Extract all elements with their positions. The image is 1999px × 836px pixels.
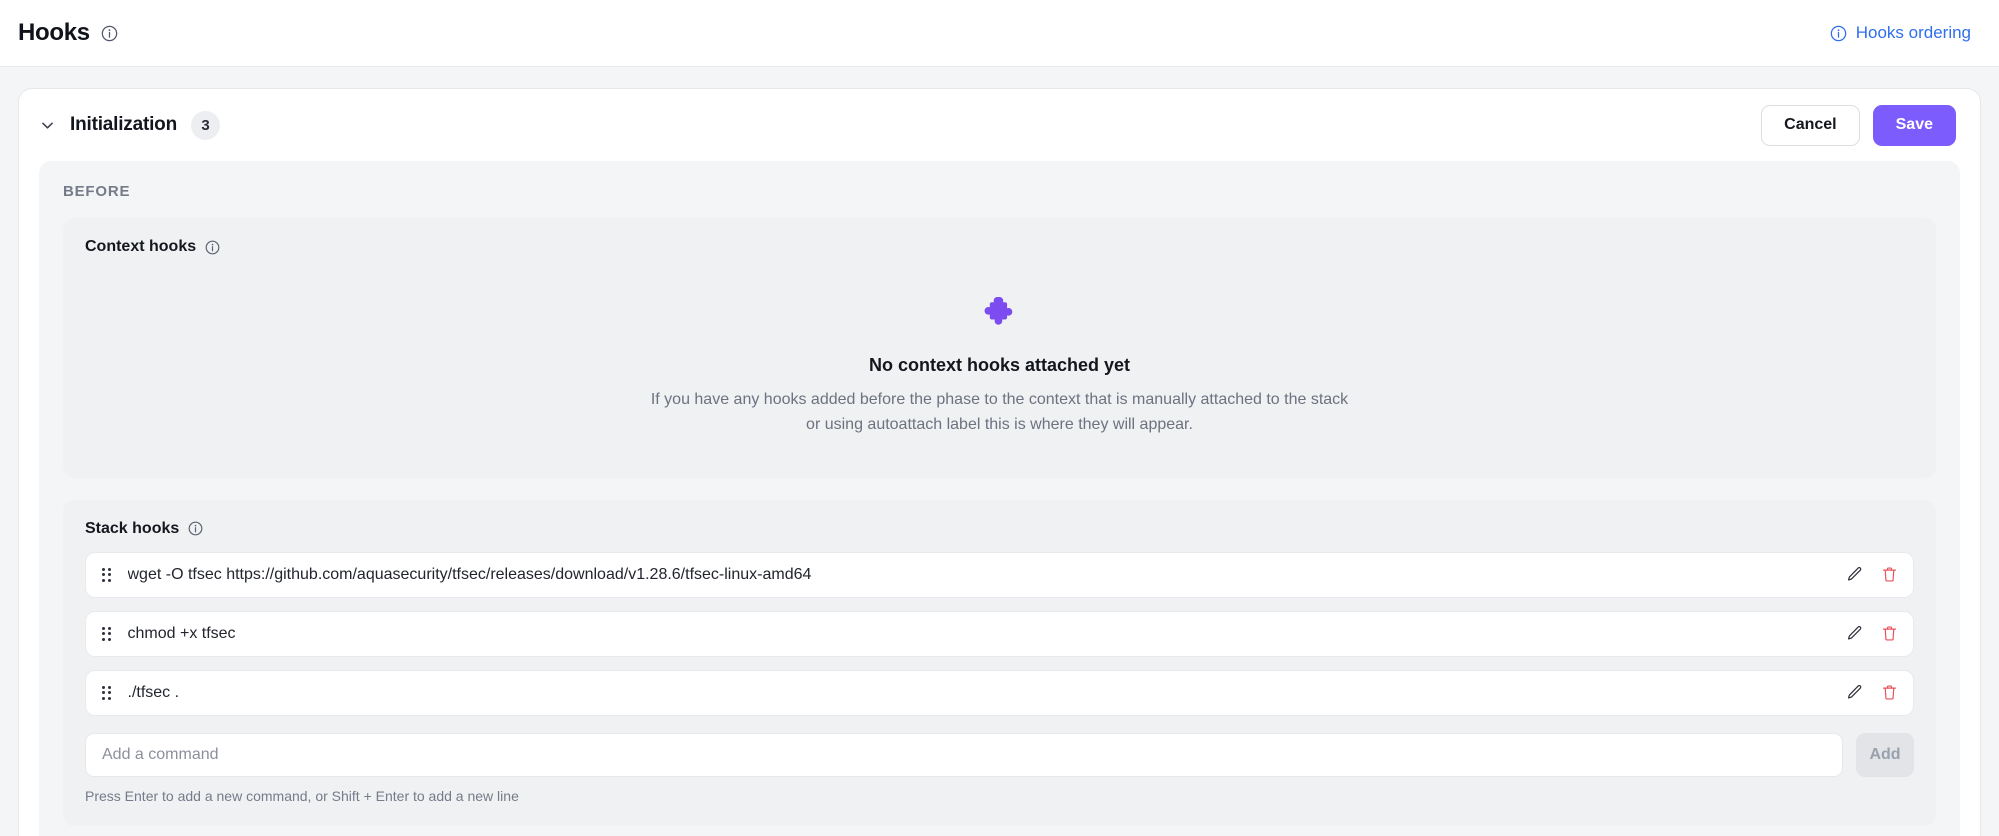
context-hooks-empty-desc-line1: If you have any hooks added before the p…	[651, 388, 1348, 413]
command-text: chmod +x tfsec	[128, 625, 1832, 643]
context-hooks-group: Context hooks No context hooks attached …	[63, 218, 1936, 478]
command-row-actions	[1845, 565, 1899, 584]
initialization-header-left[interactable]: Initialization 3	[39, 111, 220, 140]
initialization-card: Initialization 3 Cancel Save BEFORE Cont…	[18, 88, 1981, 836]
trash-icon[interactable]	[1880, 565, 1899, 584]
card-header-actions: Cancel Save	[1761, 105, 1956, 146]
command-row[interactable]: chmod +x tfsec	[85, 611, 1914, 657]
add-command-row: Add	[85, 733, 1914, 777]
add-command-hint: Press Enter to add a new command, or Shi…	[85, 788, 1914, 804]
cancel-button[interactable]: Cancel	[1761, 105, 1859, 146]
trash-icon[interactable]	[1880, 624, 1899, 643]
before-phase-panel: BEFORE Context hooks	[39, 161, 1960, 836]
pencil-icon[interactable]	[1845, 565, 1864, 584]
hooks-ordering-info-icon	[1830, 25, 1847, 42]
page-header: Hooks Hooks ordering	[0, 0, 1999, 67]
pencil-icon[interactable]	[1845, 683, 1864, 702]
page-header-left: Hooks	[18, 19, 118, 47]
command-text: ./tfsec .	[128, 684, 1832, 702]
command-text: wget -O tfsec https://github.com/aquasec…	[128, 566, 1832, 584]
stack-hooks-group: Stack hooks wget -O tfsec https://github…	[63, 500, 1936, 826]
context-hooks-info-icon[interactable]	[205, 240, 220, 255]
section-title: Initialization	[70, 114, 177, 136]
trash-icon[interactable]	[1880, 683, 1899, 702]
drag-handle-icon[interactable]	[102, 568, 111, 582]
context-hooks-title: Context hooks	[85, 238, 196, 256]
stack-hooks-title: Stack hooks	[85, 520, 179, 538]
context-hooks-empty-state: No context hooks attached yet If you hav…	[85, 270, 1914, 456]
page-title-info-icon[interactable]	[101, 25, 118, 42]
hooks-count-badge: 3	[191, 111, 220, 140]
stack-hooks-title-row: Stack hooks	[85, 520, 1914, 538]
page-title: Hooks	[18, 19, 90, 47]
chevron-down-icon[interactable]	[39, 117, 56, 134]
add-command-input[interactable]	[85, 733, 1843, 777]
command-row[interactable]: wget -O tfsec https://github.com/aquasec…	[85, 552, 1914, 598]
command-row-actions	[1845, 624, 1899, 643]
command-row-actions	[1845, 683, 1899, 702]
hooks-ordering-link[interactable]: Hooks ordering	[1830, 23, 1975, 43]
drag-handle-icon[interactable]	[102, 686, 111, 700]
save-button[interactable]: Save	[1873, 105, 1956, 146]
initialization-card-header: Initialization 3 Cancel Save	[19, 89, 1980, 161]
phase-label: BEFORE	[63, 183, 1936, 200]
pencil-icon[interactable]	[1845, 624, 1864, 643]
add-command-button[interactable]: Add	[1856, 733, 1914, 777]
hooks-ordering-label: Hooks ordering	[1856, 23, 1971, 43]
puzzle-piece-icon	[983, 294, 1017, 333]
stack-hooks-info-icon[interactable]	[188, 521, 203, 536]
context-hooks-title-row: Context hooks	[85, 238, 1914, 256]
command-row[interactable]: ./tfsec .	[85, 670, 1914, 716]
context-hooks-empty-desc-line2: or using autoattach label this is where …	[651, 413, 1348, 438]
drag-handle-icon[interactable]	[102, 627, 111, 641]
context-hooks-empty-title: No context hooks attached yet	[869, 355, 1130, 376]
